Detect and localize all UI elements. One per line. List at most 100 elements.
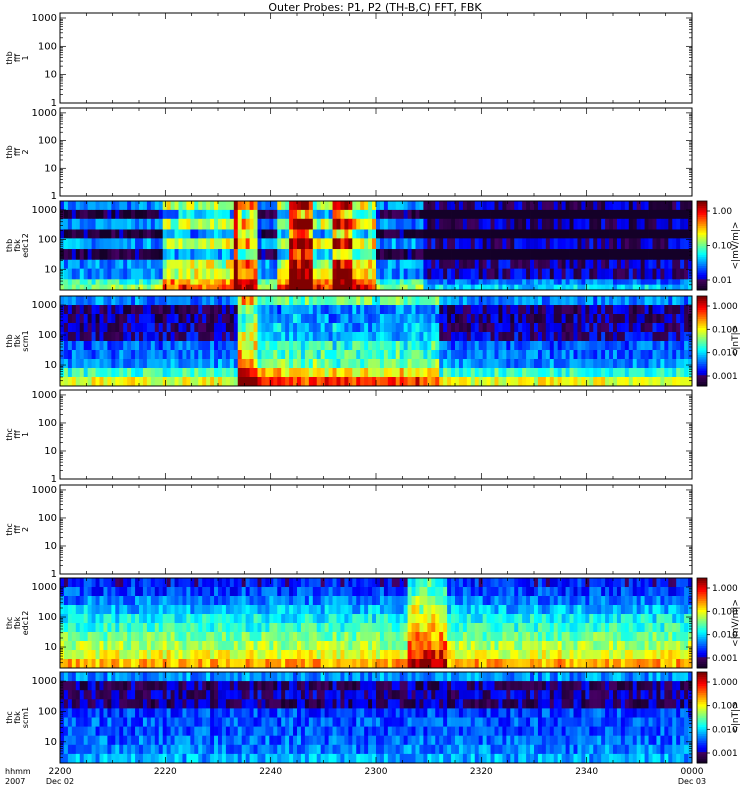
spectrogram-cell — [96, 279, 100, 285]
spectrogram-cell — [96, 229, 100, 238]
spectrogram-cell — [340, 296, 344, 305]
spectrogram-cell — [321, 623, 325, 632]
spectrogram-cell — [653, 238, 657, 249]
spectrogram-cell — [348, 210, 352, 219]
spectrogram-cell — [538, 350, 542, 359]
spectrogram-cell — [416, 377, 420, 386]
spectrogram-cell — [487, 359, 491, 368]
spectrogram-cell — [388, 201, 392, 210]
spectrogram-cell — [506, 350, 510, 359]
spectrogram-cell — [214, 323, 218, 332]
spectrogram-cell — [633, 229, 637, 238]
spectrogram-cell — [131, 210, 135, 219]
spectrogram-cell — [344, 359, 348, 368]
spectrogram-cell — [447, 368, 451, 377]
spectrogram-cell — [242, 229, 246, 238]
spectrogram-cell — [408, 260, 412, 269]
spectrogram-cell — [384, 605, 388, 614]
spectrogram-cell — [400, 201, 404, 210]
spectrogram-cell — [103, 323, 107, 332]
spectrogram-cell — [76, 596, 80, 605]
spectrogram-cell — [293, 596, 297, 605]
spectrogram-cell — [419, 305, 423, 314]
spectrogram-cell — [581, 578, 585, 587]
spectrogram-cell — [388, 596, 392, 605]
spectrogram-cell — [479, 605, 483, 614]
spectrogram-cell — [364, 578, 368, 587]
spectrogram-cell — [491, 377, 495, 386]
spectrogram-cell — [597, 359, 601, 368]
spectrogram-cell — [617, 605, 621, 614]
spectrogram-cell — [562, 279, 566, 285]
spectrogram-cell — [151, 314, 155, 323]
spectrogram-cell — [127, 201, 131, 210]
spectrogram-cell — [435, 359, 439, 368]
spectrogram-cell — [581, 279, 585, 285]
spectrogram-cell — [562, 269, 566, 280]
spectrogram-cell — [325, 249, 329, 260]
spectrogram-cell — [522, 210, 526, 219]
spectrogram-cell — [455, 238, 459, 249]
spectrogram-cell — [408, 368, 412, 377]
spectrogram-cell — [443, 201, 447, 210]
spectrogram-cell — [131, 605, 135, 614]
spectrogram-cell — [522, 238, 526, 249]
spectrogram-cell — [325, 614, 329, 623]
spectrogram-cell — [392, 605, 396, 614]
spectrogram-cell — [558, 219, 562, 230]
spectrogram-cell — [660, 596, 664, 605]
spectrogram-cell — [297, 249, 301, 260]
spectrogram-cell — [550, 359, 554, 368]
spectrogram-cell — [435, 578, 439, 587]
spectrogram-cell — [633, 260, 637, 269]
spectrogram-cell — [313, 605, 317, 614]
spectrogram-cell — [317, 269, 321, 280]
spectrogram-cell — [514, 238, 518, 249]
spectrogram-cell — [451, 238, 455, 249]
spectrogram-cell — [254, 323, 258, 332]
spectrogram-cell — [597, 229, 601, 238]
spectrogram-cell — [593, 210, 597, 219]
spectrogram-cell — [518, 269, 522, 280]
spectrogram-cell — [194, 249, 198, 260]
spectrogram-cell — [309, 596, 313, 605]
spectrogram-cell — [246, 296, 250, 305]
spectrogram-cell — [546, 359, 550, 368]
spectrogram-cell — [633, 596, 637, 605]
spectrogram-cell — [360, 596, 364, 605]
spectrogram-cell — [656, 249, 660, 260]
spectrogram-cell — [416, 350, 420, 359]
spectrogram-cell — [447, 314, 451, 323]
spectrogram-cell — [163, 623, 167, 632]
spectrogram-cell — [676, 229, 680, 238]
spectrogram-cell — [131, 238, 135, 249]
spectrogram-cell — [182, 614, 186, 623]
spectrogram-cell — [538, 605, 542, 614]
spectrogram-cell — [76, 377, 80, 386]
spectrogram-cell — [60, 260, 64, 269]
spectrogram-cell — [538, 279, 542, 285]
spectrogram-cell — [653, 341, 657, 350]
spectrogram-cell — [416, 614, 420, 623]
spectrogram-cell — [325, 296, 329, 305]
spectrogram-cell — [680, 323, 684, 332]
spectrogram-cell — [451, 332, 455, 341]
spectrogram-cell — [495, 210, 499, 219]
spectrogram-cell — [222, 269, 226, 280]
spectrogram-cell — [404, 269, 408, 280]
spectrogram-cell — [356, 219, 360, 230]
spectrogram-cell — [179, 314, 183, 323]
spectrogram-cell — [502, 249, 506, 260]
spectrogram-cell — [277, 578, 281, 587]
spectrogram-cell — [368, 596, 372, 605]
spectrogram-cell — [230, 296, 234, 305]
spectrogram-cell — [412, 219, 416, 230]
spectrogram-cell — [423, 587, 427, 596]
spectrogram-cell — [80, 201, 84, 210]
spectrogram-cell — [171, 269, 175, 280]
spectrogram-cell — [329, 219, 333, 230]
spectrogram-cell — [119, 229, 123, 238]
spectrogram-cell — [577, 314, 581, 323]
spectrogram-cell — [550, 201, 554, 210]
spectrogram-cell — [550, 587, 554, 596]
